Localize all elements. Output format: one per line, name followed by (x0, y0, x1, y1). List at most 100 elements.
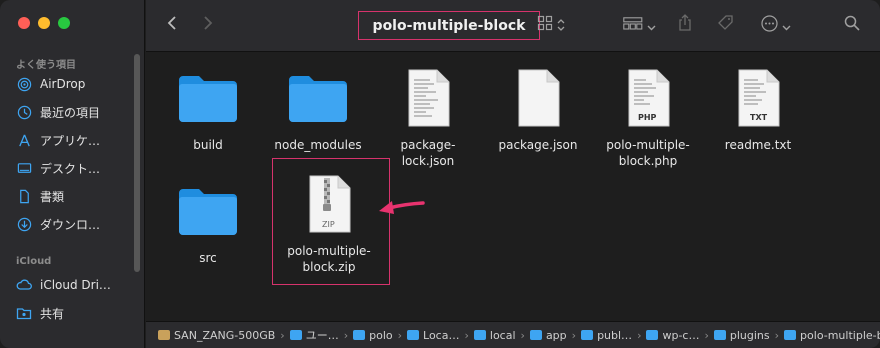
sidebar-item-label: アプリケ… (40, 133, 101, 148)
path-segment[interactable]: plugins (713, 328, 770, 342)
chevron-down-icon (782, 16, 791, 35)
finder-window: よく使う項目 AirDrop 最近の項目 アプリケ… デスクト… 書類 ダウンロ… (0, 0, 880, 348)
path-separator: › (343, 328, 349, 342)
more-actions-button[interactable] (758, 13, 794, 37)
forward-button[interactable] (198, 13, 218, 37)
sidebar-item-documents[interactable]: 書類 (16, 184, 136, 208)
path-segment-label: app (545, 328, 567, 342)
sidebar-item-label: デスクト… (40, 161, 101, 176)
selection-highlight (272, 158, 390, 285)
file-item-package-lock[interactable]: package- lock.json (372, 67, 484, 169)
sidebar-item-shared[interactable]: 共有 (16, 301, 136, 325)
sidebar-item-recents[interactable]: 最近の項目 (16, 100, 136, 124)
path-segment[interactable]: Loca… (407, 329, 459, 342)
path-separator: › (571, 328, 577, 342)
cloud-icon (16, 277, 32, 293)
file-name: build (193, 138, 223, 152)
file-badge-php: PHP (638, 113, 657, 122)
download-icon (16, 216, 32, 232)
path-separator: › (774, 328, 780, 342)
tag-button[interactable] (714, 13, 738, 37)
path-segment[interactable]: polo (353, 329, 393, 342)
path-separator: › (397, 328, 403, 342)
folder-icon (152, 180, 264, 242)
close-button[interactable] (18, 17, 30, 29)
chevron-down-icon (647, 16, 656, 35)
file-name: src (199, 251, 217, 265)
path-segment-label: polo-multiple-block (800, 328, 880, 342)
applications-icon (16, 132, 32, 148)
sidebar-item-downloads[interactable]: ダウンロ… (16, 212, 136, 236)
folder-icon (289, 330, 302, 340)
sidebar-item-desktop[interactable]: デスクト… (16, 156, 136, 180)
chevron-updown-icon (557, 16, 565, 35)
sidebar-item-label: 最近の項目 (40, 105, 101, 120)
folder-icon (152, 67, 264, 129)
sidebar-item-label: iCloud Dri… (40, 278, 111, 292)
folder-icon (473, 330, 486, 340)
folder-icon (646, 330, 659, 340)
back-button[interactable] (162, 13, 182, 37)
folder-icon (353, 330, 366, 340)
folder-icon (581, 330, 594, 340)
window-controls (18, 17, 70, 29)
ellipsis-circle-icon (761, 14, 778, 36)
path-segment[interactable]: local (473, 329, 516, 342)
path-segment-label: Loca… (423, 328, 460, 342)
file-grid: build node_modules package- lock.json pa… (146, 53, 880, 321)
sidebar-item-label: 書類 (40, 189, 65, 204)
sidebar-item-airdrop[interactable]: AirDrop (16, 72, 136, 96)
sidebar-item-applications[interactable]: アプリケ… (16, 128, 136, 152)
sidebar-heading-favorites: よく使う項目 (16, 60, 76, 71)
file-name: node_modules (274, 138, 362, 152)
sidebar-scrollbar[interactable] (134, 54, 140, 272)
file-item-package-json[interactable]: package.json (482, 67, 594, 153)
blank-document-icon (482, 67, 594, 129)
file-name: polo-multiple- (606, 138, 690, 152)
path-separator: › (704, 328, 709, 342)
path-segment-label: plugins (729, 328, 770, 342)
path-segment-current[interactable]: polo-multiple-block (784, 329, 880, 342)
path-segment-label: polo (369, 328, 393, 342)
file-name: package- (400, 138, 456, 152)
folder-icon (407, 330, 420, 340)
file-item-readme[interactable]: readme.txt (702, 67, 814, 153)
pointer-arrow-icon (379, 201, 425, 214)
desktop-icon (16, 160, 32, 176)
file-item-build[interactable]: build (152, 67, 264, 153)
path-separator: › (464, 328, 469, 342)
share-button[interactable] (674, 13, 696, 37)
path-separator: › (520, 328, 525, 342)
sidebar: よく使う項目 AirDrop 最近の項目 アプリケ… デスクト… 書類 ダウンロ… (0, 0, 145, 348)
path-segment[interactable]: app (529, 328, 567, 342)
chevron-left-icon (167, 15, 177, 35)
path-segment-label: publ… (597, 328, 633, 342)
toolbar: polo-multiple-block (146, 0, 880, 52)
minimize-button[interactable] (38, 17, 50, 29)
sidebar-item-icloud-drive[interactable]: iCloud Dri… (16, 273, 136, 297)
file-item-node-modules[interactable]: node_modules (262, 67, 374, 153)
group-button[interactable] (620, 13, 658, 37)
path-separator: › (280, 328, 285, 342)
chevron-right-icon (203, 15, 213, 35)
path-segment-drive[interactable]: SAN_ZANG-500GB (158, 329, 275, 342)
sidebar-item-label: AirDrop (40, 77, 86, 91)
zoom-button[interactable] (58, 17, 70, 29)
file-item-src[interactable]: src (152, 180, 264, 266)
path-segment[interactable]: wp-c… (646, 329, 699, 342)
share-icon (678, 14, 692, 36)
group-grid-icon (622, 16, 643, 35)
airdrop-icon (16, 76, 32, 92)
folder-icon (784, 330, 797, 340)
path-segment[interactable]: ユー… (289, 327, 339, 343)
path-segment[interactable]: publ… (581, 329, 632, 342)
path-segment-label: SAN_ZANG-500GB (174, 328, 276, 342)
search-icon (844, 15, 860, 35)
path-segment-label: ユー… (305, 329, 339, 342)
folder-icon (529, 330, 542, 340)
sidebar-item-label: ダウンロ… (40, 217, 101, 232)
search-button[interactable] (840, 13, 864, 37)
view-mode-button[interactable] (532, 13, 570, 37)
file-name: readme.txt (724, 138, 792, 152)
folder-icon (262, 67, 374, 129)
